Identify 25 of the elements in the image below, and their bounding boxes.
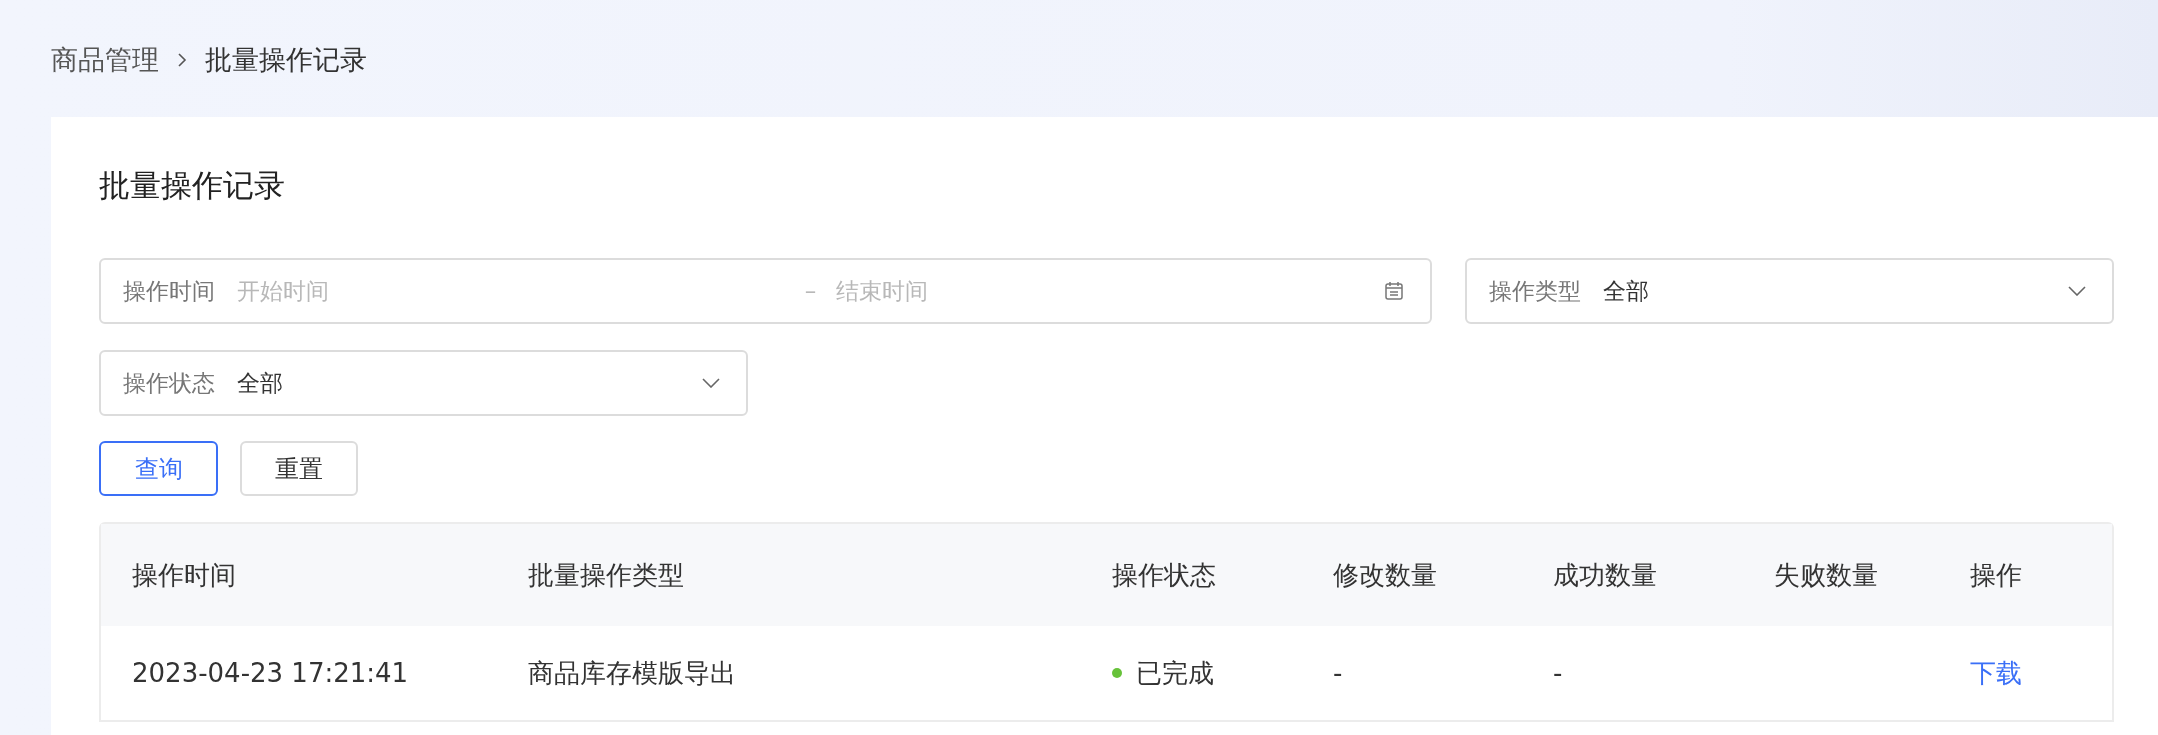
- column-header: 操作: [1970, 558, 2022, 592]
- reset-button[interactable]: 重置: [240, 441, 358, 496]
- chevron-down-icon: [702, 378, 720, 388]
- download-link[interactable]: 下载: [1970, 655, 2022, 691]
- column-header: 修改数量: [1333, 558, 1437, 592]
- table-cell: -: [1333, 658, 1343, 688]
- query-button[interactable]: 查询: [99, 441, 218, 496]
- table-cell: 2023-04-23 17:21:41: [132, 658, 409, 688]
- status-text: 已完成: [1136, 656, 1214, 690]
- breadcrumb-link[interactable]: 商品管理: [51, 42, 159, 78]
- date-range-field[interactable]: 操作时间 开始时间 – 结束时间: [99, 258, 1432, 324]
- table-cell-text: 商品库存模版导出: [528, 656, 736, 690]
- status-select[interactable]: 操作状态 全部: [99, 350, 748, 416]
- calendar-icon: [1384, 281, 1404, 301]
- column-header: 批量操作类型: [528, 558, 684, 592]
- column-header: 成功数量: [1553, 558, 1657, 592]
- page-title: 批量操作记录: [99, 166, 286, 205]
- column-header: 失败数量: [1774, 558, 1878, 592]
- type-select[interactable]: 操作类型 全部: [1465, 258, 2114, 324]
- column-header: 操作状态: [1112, 558, 1216, 592]
- chevron-right-icon: [175, 53, 189, 67]
- breadcrumb-current: 批量操作记录: [205, 43, 367, 77]
- table-cell: -: [1553, 658, 1563, 688]
- chevron-down-icon: [2068, 286, 2086, 296]
- column-header: 操作时间: [132, 558, 236, 592]
